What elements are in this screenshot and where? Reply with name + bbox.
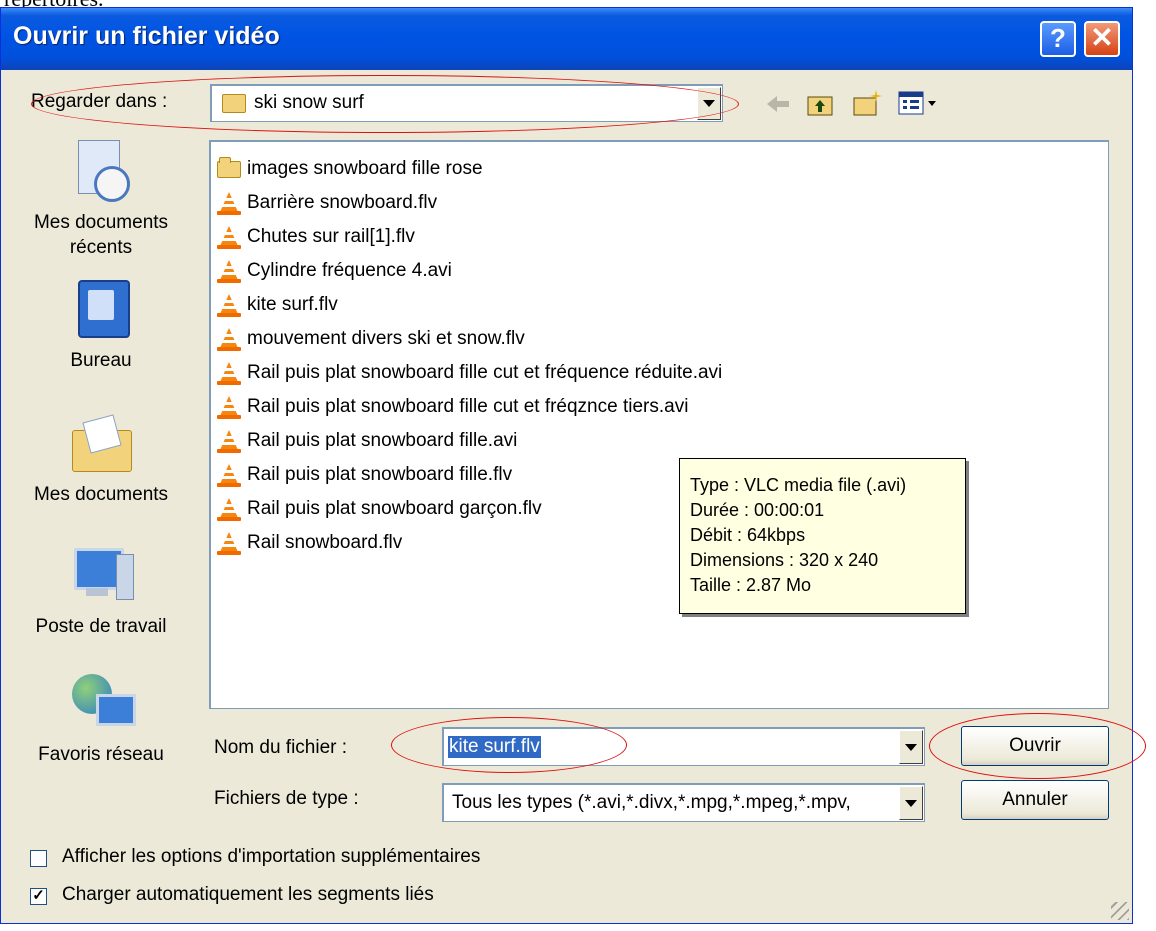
resize-grip[interactable]	[1111, 902, 1129, 920]
file-name: Chutes sur rail[1].flv	[247, 226, 415, 247]
folder-icon	[222, 94, 246, 113]
places-my-computer[interactable]: Poste de travail	[19, 544, 183, 638]
vlc-cone-icon	[217, 395, 241, 419]
file-list-item[interactable]: mouvement divers ski et snow.flv	[217, 324, 525, 354]
look-in-label: Regarder dans :	[31, 91, 168, 112]
places-recent-documents[interactable]: Mes documents récents	[19, 138, 183, 260]
view-menu-icon[interactable]	[898, 91, 940, 115]
up-folder-icon[interactable]	[806, 91, 834, 117]
import-options-label: Afficher les options d'importation suppl…	[62, 846, 481, 867]
file-list-item[interactable]: Rail snowboard.flv	[217, 528, 402, 558]
places-label: Bureau	[70, 350, 132, 371]
file-list-item[interactable]: Rail puis plat snowboard fille cut et fr…	[217, 392, 688, 422]
vlc-cone-icon	[217, 191, 241, 215]
filetype-value: Tous les types (*.avi,*.divx,*.mpg,*.mpe…	[452, 792, 851, 813]
close-button[interactable]: ✕	[1084, 21, 1120, 57]
filename-label: Nom du fichier :	[214, 737, 348, 758]
file-list-item[interactable]: Rail puis plat snowboard garçon.flv	[217, 494, 542, 524]
open-button[interactable]: Ouvrir	[961, 726, 1109, 766]
file-name: Rail snowboard.flv	[247, 532, 403, 553]
vlc-cone-icon	[217, 361, 241, 385]
file-list-item[interactable]: kite surf.flv	[217, 290, 338, 320]
network-places-icon	[66, 672, 136, 738]
filename-input[interactable]: kite surf.flv	[442, 727, 925, 766]
file-list-item[interactable]: Barrière snowboard.flv	[217, 188, 437, 218]
file-name: Rail puis plat snowboard garçon.flv	[247, 498, 542, 519]
vlc-cone-icon	[217, 531, 241, 555]
desktop-icon	[66, 278, 136, 344]
tooltip-type: Type : VLC media file (.avi)	[690, 475, 907, 495]
tooltip-duration: Durée : 00:00:01	[690, 500, 825, 520]
tooltip-bitrate: Débit : 64kbps	[690, 525, 806, 545]
file-list-item[interactable]: Cylindre fréquence 4.avi	[217, 256, 452, 286]
file-name: Barrière snowboard.flv	[247, 192, 438, 213]
places-my-documents[interactable]: Mes documents	[19, 412, 183, 506]
vlc-cone-icon	[217, 327, 241, 351]
file-list-item[interactable]: Rail puis plat snowboard fille cut et fr…	[217, 358, 722, 388]
file-list-item[interactable]: Chutes sur rail[1].flv	[217, 222, 415, 252]
file-name: Rail puis plat snowboard fille.flv	[247, 464, 513, 485]
file-info-tooltip: Type : VLC media file (.avi) Durée : 00:…	[679, 458, 966, 614]
file-name: Rail puis plat snowboard fille cut et fr…	[247, 362, 723, 383]
folder-icon	[217, 157, 241, 181]
filetype-label: Fichiers de type :	[214, 788, 359, 809]
look-in-dropdown[interactable]: ski snow surf	[210, 84, 723, 122]
file-name: Rail puis plat snowboard fille.avi	[247, 430, 518, 451]
file-name: kite surf.flv	[247, 294, 338, 315]
places-label: Favoris réseau	[38, 744, 164, 765]
chevron-down-icon[interactable]	[697, 87, 721, 120]
title-bar[interactable]: Ouvrir un fichier vidéo ? ✕	[1, 8, 1132, 70]
tooltip-dimensions: Dimensions : 320 x 240	[690, 550, 879, 570]
file-name: Rail puis plat snowboard fille cut et fr…	[247, 396, 689, 417]
filename-value: kite surf.flv	[448, 736, 541, 758]
vlc-cone-icon	[217, 429, 241, 453]
tooltip-size: Taille : 2.87 Mo	[690, 575, 812, 595]
places-label: Mes documents récents	[33, 212, 169, 258]
vlc-cone-icon	[217, 259, 241, 283]
places-network[interactable]: Favoris réseau	[19, 672, 183, 766]
vlc-cone-icon	[217, 225, 241, 249]
cancel-button[interactable]: Annuler	[961, 780, 1109, 820]
file-name: Cylindre fréquence 4.avi	[247, 260, 452, 281]
file-list-item[interactable]: Rail puis plat snowboard fille.avi	[217, 426, 517, 456]
import-options-checkbox[interactable]	[30, 850, 47, 867]
vlc-cone-icon	[217, 497, 241, 521]
places-label: Mes documents	[33, 484, 169, 505]
places-desktop[interactable]: Bureau	[19, 278, 183, 372]
chevron-down-icon[interactable]	[899, 730, 923, 764]
file-name: images snowboard fille rose	[247, 158, 483, 179]
recent-documents-icon	[66, 138, 136, 204]
vlc-cone-icon	[217, 293, 241, 317]
my-documents-icon	[66, 412, 136, 478]
file-list-item[interactable]: Rail puis plat snowboard fille.flv	[217, 460, 512, 490]
my-computer-icon	[66, 544, 136, 610]
help-button[interactable]: ?	[1040, 21, 1076, 57]
open-video-dialog: Ouvrir un fichier vidéo ? ✕ Regarder dan…	[0, 7, 1146, 924]
auto-load-label: Charger automatiquement les segments lié…	[62, 884, 434, 905]
file-list-item[interactable]: images snowboard fille rose	[217, 154, 483, 184]
filetype-dropdown[interactable]: Tous les types (*.avi,*.divx,*.mpg,*.mpe…	[442, 783, 925, 822]
auto-load-checkbox[interactable]: ✓	[30, 888, 47, 905]
dialog-title: Ouvrir un fichier vidéo	[13, 22, 280, 50]
back-arrow-icon[interactable]	[765, 94, 791, 114]
file-name: mouvement divers ski et snow.flv	[247, 328, 525, 349]
file-list[interactable]: images snowboard fille rose Barrière snow…	[209, 140, 1109, 709]
look-in-value: ski snow surf	[254, 92, 364, 113]
vlc-cone-icon	[217, 463, 241, 487]
places-label: Poste de travail	[35, 616, 167, 637]
new-folder-icon[interactable]	[852, 88, 884, 118]
chevron-down-icon[interactable]	[899, 786, 923, 820]
